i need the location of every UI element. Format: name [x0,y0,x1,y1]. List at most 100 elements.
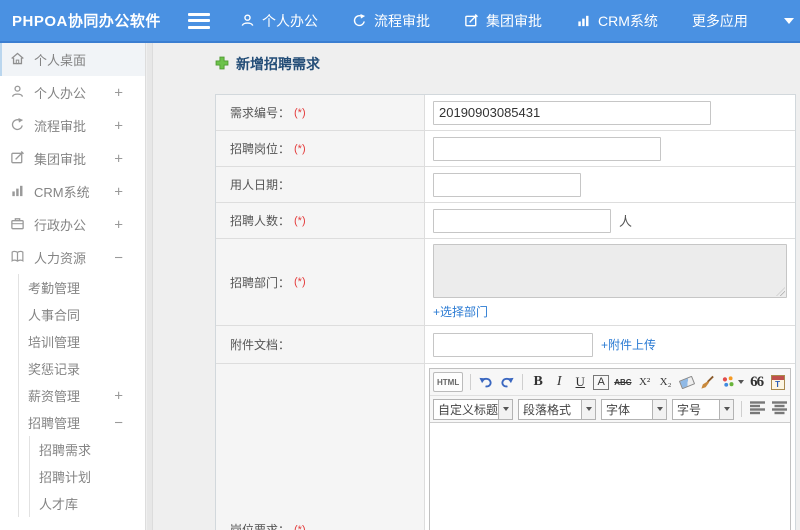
form-row-hire-date: 用人日期： [216,167,795,203]
required-mark: (*) [294,106,306,119]
autotypeset-button[interactable]: A [593,374,610,390]
align-center-icon[interactable] [771,400,788,418]
field-label: 附件文档： [230,338,291,352]
sidebar: 个人桌面 个人办公 + 流程审批 + 集团审批 + CRM系统 + 行政办公 +… [0,43,146,530]
chevron-down-icon [720,398,734,420]
italic-button[interactable]: I [551,372,567,392]
subscript-button[interactable]: X₂ [658,372,674,392]
person-icon [10,84,25,102]
undo-icon[interactable] [478,372,494,392]
rich-text-editor: HTML B I U A ABC X² X₂ 66 T 自定义标题 段落格式 字… [429,368,791,530]
sidebar-item-recruit-request[interactable]: 招聘需求 [30,436,145,463]
expand-plus[interactable]: + [114,150,123,167]
field-label: 需求编号： [230,106,291,120]
top-menu: 个人办公 流程审批 集团审批 CRM系统 更多应用 [240,11,794,31]
field-label: 招聘人数： [230,214,291,228]
expand-plus[interactable]: + [114,183,123,200]
top-menu-group-approval[interactable]: 集团审批 [464,11,542,31]
form-row-headcount: 招聘人数： (*) 人 [216,203,795,239]
topbar: PHPOA协同办公软件 个人办公 流程审批 集团审批 CRM系统 更多应用 [0,0,800,43]
top-menu-personal-office[interactable]: 个人办公 [240,11,318,31]
sidebar-item-workflow-approval[interactable]: 流程审批 + [0,109,145,142]
main-content: 新增招聘需求 需求编号： (*) 招聘岗位： (*) 用人日期： [154,43,800,530]
select-department-link[interactable]: +选择部门 [433,303,488,320]
field-label: 用人日期： [230,178,291,192]
collapse-minus[interactable]: − [114,414,123,431]
department-textarea[interactable] [433,244,787,298]
sidebar-item-recruitment[interactable]: 招聘管理 − [19,409,145,436]
bold-button[interactable]: B [530,372,546,392]
sidebar-item-recruit-plan[interactable]: 招聘计划 [30,463,145,490]
position-input[interactable] [433,136,661,161]
form-row-attachment: 附件文档： +附件上传 [216,326,795,364]
required-mark: (*) [294,142,306,155]
person-icon [240,13,255,28]
green-plus-icon [215,56,229,73]
sidebar-item-crm[interactable]: CRM系统 + [0,175,145,208]
editor-content-area[interactable] [430,423,790,530]
hamburger-menu-icon[interactable] [188,12,210,29]
expand-plus[interactable]: + [114,84,123,101]
sidebar-item-rewards[interactable]: 奖惩记录 [19,355,145,382]
sidebar-scrollbar[interactable] [147,43,153,530]
sidebar-item-admin-office[interactable]: 行政办公 + [0,208,145,241]
chevron-down-icon[interactable] [783,17,794,24]
home-icon [10,51,25,69]
hr-submenu: 考勤管理 人事合同 培训管理 奖惩记录 薪资管理 + 招聘管理 − 招聘需求 招… [18,274,145,517]
paragraph-format-dropdown[interactable]: 段落格式 [518,398,596,420]
underline-button[interactable]: U [572,372,588,392]
edit-icon [464,13,479,28]
font-family-dropdown[interactable]: 字体 [601,398,667,420]
chevron-down-icon [499,398,513,420]
sidebar-item-attendance[interactable]: 考勤管理 [19,274,145,301]
redo-icon[interactable] [499,372,515,392]
attachment-upload-link[interactable]: +附件上传 [601,336,656,353]
top-menu-more-apps[interactable]: 更多应用 [692,11,748,31]
expand-plus[interactable]: + [114,387,123,404]
editor-toolbar-row2: 自定义标题 段落格式 字体 字号 [430,396,790,423]
eraser-icon[interactable] [678,372,695,392]
sidebar-item-personal-office[interactable]: 个人办公 + [0,76,145,109]
blockquote-button[interactable]: 66 [749,372,765,392]
strikethrough-button[interactable]: ABC [614,372,631,392]
top-menu-crm[interactable]: CRM系统 [576,11,658,31]
page-title: 新增招聘需求 [215,54,320,74]
form-row-job-requirements: 岗位要求： (*) HTML B I U A ABC X² X₂ 66 T 自定… [216,364,795,530]
expand-plus[interactable]: + [114,216,123,233]
format-brush-icon[interactable] [700,372,716,392]
process-icon [352,13,367,28]
book-icon [10,249,25,267]
text-color-palette-icon[interactable] [721,372,744,392]
font-size-dropdown[interactable]: 字号 [672,398,734,420]
chevron-down-icon [582,398,596,420]
custom-heading-dropdown[interactable]: 自定义标题 [433,398,513,420]
collapse-minus[interactable]: − [114,249,123,266]
expand-plus[interactable]: + [114,117,123,134]
sidebar-item-hr[interactable]: 人力资源 − [0,241,145,274]
sidebar-item-desktop[interactable]: 个人桌面 [0,43,145,76]
sidebar-item-talent-pool[interactable]: 人才库 [30,490,145,517]
request-no-input[interactable] [433,100,711,125]
field-label: 招聘部门： [230,275,291,290]
bar-chart-icon [10,183,25,201]
superscript-button[interactable]: X² [637,372,653,392]
sidebar-item-salary[interactable]: 薪资管理 + [19,382,145,409]
headcount-input[interactable] [433,208,611,233]
chevron-down-icon [653,398,667,420]
sidebar-item-group-approval[interactable]: 集团审批 + [0,142,145,175]
align-left-icon[interactable] [749,400,766,418]
edit-icon [10,150,25,168]
sidebar-item-training[interactable]: 培训管理 [19,328,145,355]
form-row-department: 招聘部门： (*) +选择部门 [216,239,795,326]
html-source-button[interactable]: HTML [433,372,464,392]
editor-toolbar-row1: HTML B I U A ABC X² X₂ 66 T [430,369,790,396]
required-mark: (*) [294,523,306,530]
required-mark: (*) [294,214,306,227]
top-menu-workflow-approval[interactable]: 流程审批 [352,11,430,31]
attachment-input[interactable] [433,332,593,357]
paste-icon[interactable]: T [770,372,786,392]
sidebar-item-hr-contracts[interactable]: 人事合同 [19,301,145,328]
hire-date-input[interactable] [433,172,581,197]
form-row-position: 招聘岗位： (*) [216,131,795,167]
bar-chart-icon [576,13,591,28]
